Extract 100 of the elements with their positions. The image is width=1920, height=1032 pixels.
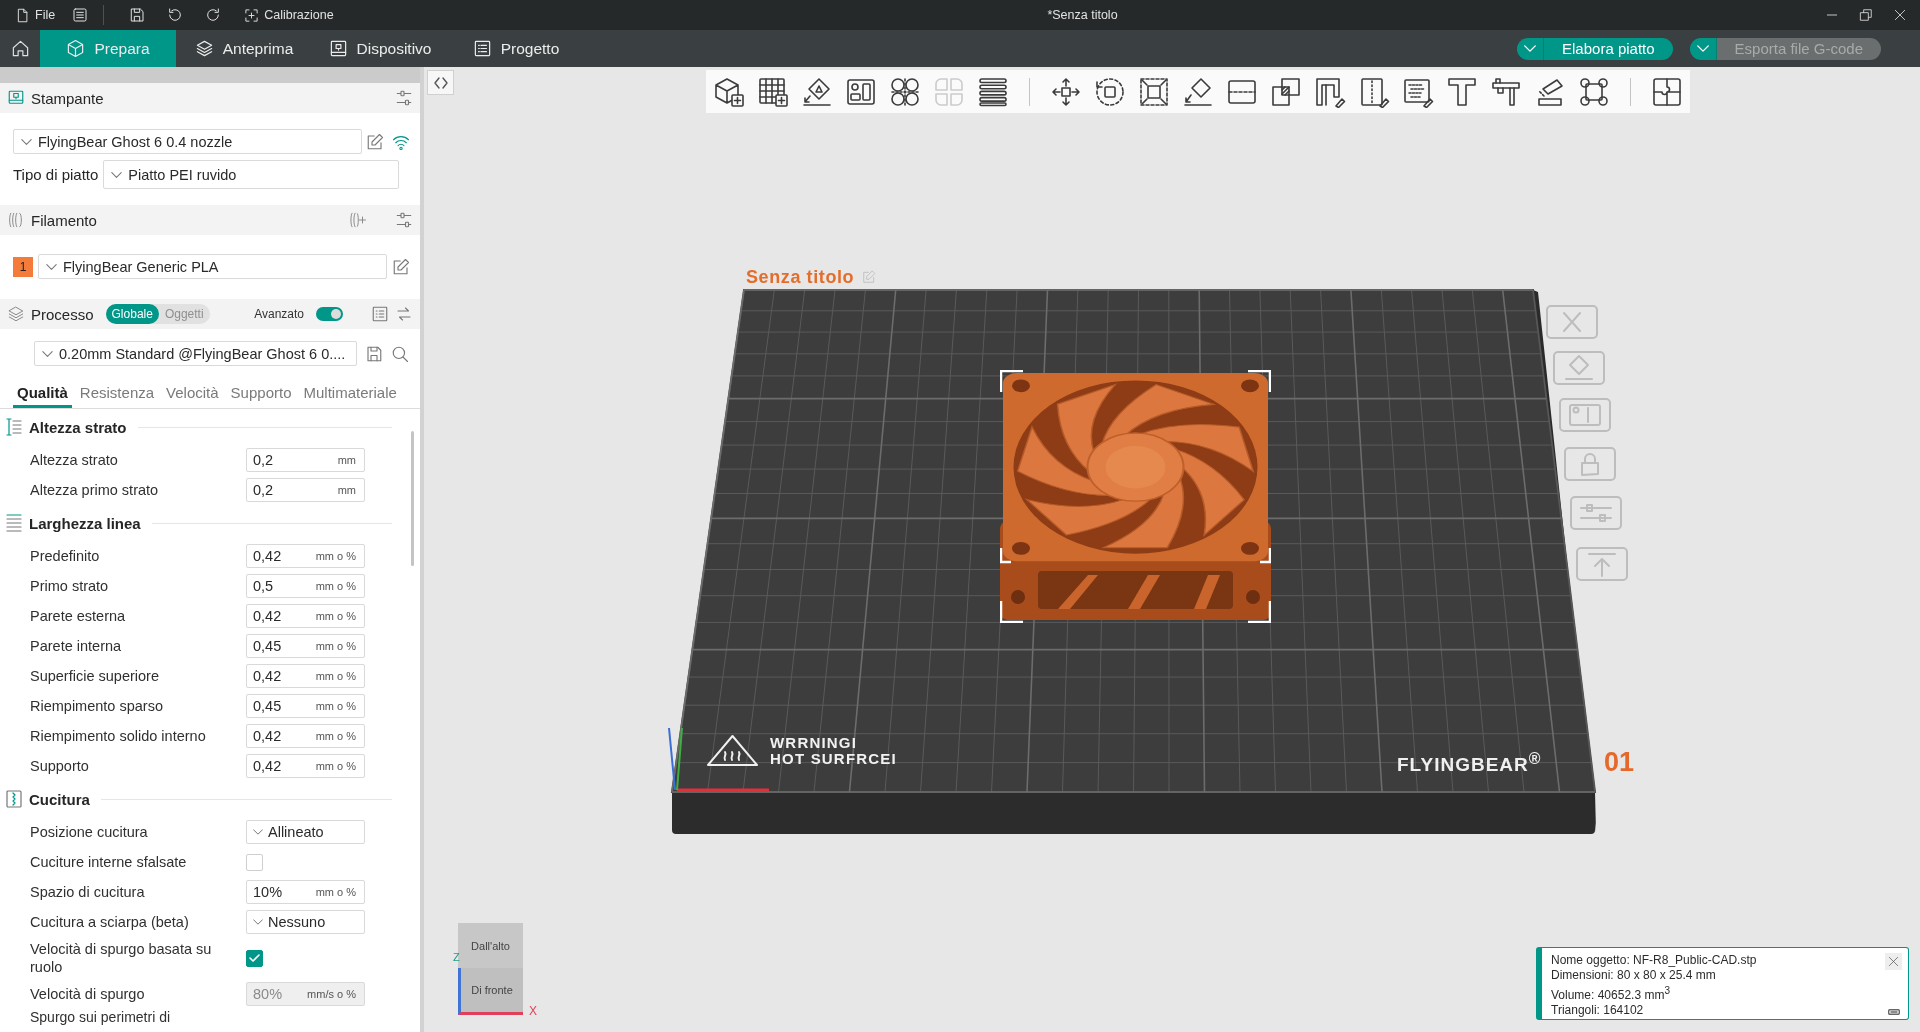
caliper-icon[interactable] [1490,75,1522,108]
number-field[interactable]: 0,2 mm [246,478,365,502]
warning-text: HOT SURFRCEI [770,750,897,767]
cube-plus-icon[interactable] [713,75,745,108]
swap-arrows-icon[interactable] [395,305,413,323]
diamond-arrow-icon[interactable] [801,75,833,108]
redo-icon[interactable] [205,7,222,23]
setting-label: Posizione cucitura [29,823,149,841]
warning-text: WRRNINGI [770,734,859,751]
filament-select[interactable]: FlyingBear Generic PLA [38,254,387,279]
number-field[interactable]: 0,5 mm o % [246,574,365,598]
t-shape-icon[interactable] [1446,75,1478,108]
settings-tab[interactable]: Multimateriale [299,376,401,408]
filament-number[interactable]: 1 [13,256,33,277]
setting-label: Parete esterna [29,607,127,625]
edit-icon[interactable] [366,132,384,151]
setting-label: Parete interna [29,637,123,655]
checkmark-icon [249,954,260,962]
plate-name: Senza titolo [746,267,855,287]
minus-icon[interactable] [1887,1009,1900,1015]
spool-plus-icon[interactable] [349,211,367,229]
diamond-on-line-icon[interactable] [1182,75,1214,108]
rotate-icon[interactable] [1094,75,1126,108]
settings-tab[interactable]: Supporto [226,376,296,408]
settings-tab[interactable]: Resistenza [75,376,159,408]
scale-icon[interactable] [1138,75,1170,108]
move-icon[interactable] [1050,75,1082,108]
circles-split-icon[interactable] [889,75,921,108]
select-field[interactable]: Nessuno [246,910,365,934]
setting-label: Velocità di spurgo [29,985,146,1003]
advanced-switch[interactable] [316,307,343,321]
brush-frame-icon[interactable] [1314,75,1346,108]
chevron-down-icon [1696,45,1709,52]
section-title: Filamento [31,211,97,229]
chevrons-icon [433,76,448,89]
advanced-label: Avanzato [254,307,304,321]
sliders-icon[interactable] [395,211,413,229]
settings-tab[interactable]: Velocità [162,376,223,408]
checkbox[interactable] [246,949,263,967]
close-button[interactable] [1885,953,1902,970]
window-title: *Senza titolo [1047,8,1118,22]
main-tab[interactable]: Dispositivo [312,30,448,67]
restore-icon[interactable] [1859,8,1873,22]
info-text: Volume: 40652.3 mm$^{3}$ [1551,984,1671,1003]
scope-option[interactable]: Globale [105,304,159,324]
number-field[interactable]: 0,42 mm o % [246,544,365,568]
number-field[interactable]: 0,42 mm o % [246,724,365,748]
search-icon[interactable] [391,344,409,363]
settings-tab[interactable]: Qualità [13,376,72,408]
action-button[interactable]: Elabora piatto [1544,37,1673,60]
menu-icon[interactable] [72,7,89,23]
number-field[interactable]: 0,2 mm [246,448,365,472]
brand-text: FLYINGBEAR$^{®}$ [1397,750,1542,777]
save-icon[interactable] [365,344,383,363]
number-field[interactable]: 10% mm o % [246,880,365,904]
home-icon [10,39,30,58]
puzzle-icon[interactable] [1651,75,1683,108]
view-cube-face[interactable]: Di fronte [458,968,523,1015]
setting-label: Cucitura a sciarpa (beta) [29,913,190,931]
layers-icon [7,305,25,323]
square-corners-icon[interactable] [1578,75,1610,108]
setting-label: Velocità di spurgo basata su ruolo [29,940,213,976]
number-field[interactable]: 0,42 mm o % [246,754,365,778]
select-field[interactable]: Allineato [246,820,365,844]
stacked-lines-icon [6,514,22,532]
save-icon[interactable] [129,7,146,23]
info-text: Dimensioni: 80 x 80 x 25.4 mm [1551,968,1717,983]
undo-icon[interactable] [167,7,184,23]
chevron-down-icon [21,138,32,145]
close-icon[interactable] [1893,8,1907,22]
collapse-button[interactable] [427,70,454,95]
sliders-box-icon[interactable] [1569,495,1623,531]
main-tab[interactable]: Progetto [448,30,584,67]
spool-icon [7,211,25,229]
calibration-button[interactable]: Calibrazione [241,3,337,27]
printer-select[interactable]: FlyingBear Ghost 6 0.4 nozzle [13,129,362,154]
edit-icon[interactable] [392,257,410,276]
file-menu[interactable]: File [12,3,59,27]
sliders-icon[interactable] [395,89,413,107]
setting-label: Riempimento sparso [29,697,164,715]
plate-type-select[interactable]: Piatto PEI ruvido [103,160,400,189]
plate-number: 01 [1604,747,1635,778]
scrollbar-thumb[interactable] [411,431,414,566]
process-select[interactable]: 0.20mm Standard @FlyingBear Ghost 6 0.... [34,341,357,366]
dropdown-toggle[interactable] [1517,37,1544,60]
dropdown-toggle[interactable] [1689,37,1717,60]
checkbox[interactable] [246,853,263,871]
brush-dots-icon[interactable] [1358,75,1390,108]
main-tab[interactable]: Anteprima [176,30,312,67]
grid-plus-icon[interactable] [757,75,789,108]
number-field[interactable]: 0,45 mm o % [246,634,365,658]
setting-label: Spazio di cucitura [29,883,146,901]
group-title: Cucitura [29,790,90,808]
checklist-icon[interactable] [371,305,389,323]
overlap-squares-icon[interactable] [1270,75,1302,108]
number-field[interactable]: 0,42 mm o % [246,664,365,688]
number-field[interactable]: 0,45 mm o % [246,694,365,718]
setting-label: Primo strato [29,577,110,595]
stacked-bars-icon[interactable] [977,75,1009,108]
number-field[interactable]: 0,42 mm o % [246,604,365,628]
